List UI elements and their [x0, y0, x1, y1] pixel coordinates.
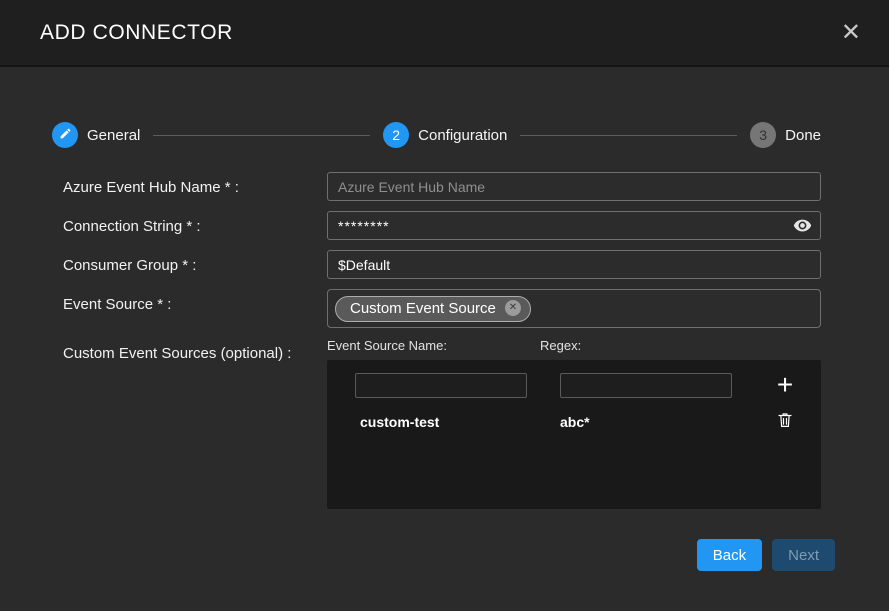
step-configuration-label: Configuration	[418, 127, 507, 144]
add-source-button[interactable]: +	[777, 374, 793, 396]
dialog-header: ADD CONNECTOR ✕	[0, 0, 889, 67]
step-done: 3 Done	[750, 122, 821, 148]
new-source-name-input[interactable]	[355, 373, 527, 398]
custom-source-row: custom-test abc*	[343, 411, 805, 432]
back-button[interactable]: Back	[697, 539, 762, 571]
next-button[interactable]: Next	[772, 539, 835, 571]
custom-source-regex: abc*	[560, 414, 732, 430]
trash-icon	[776, 411, 794, 432]
step-done-label: Done	[785, 127, 821, 144]
hub-name-label: Azure Event Hub Name * :	[63, 172, 327, 201]
step-configuration-circle: 2	[383, 122, 409, 148]
step-general[interactable]: General	[52, 122, 140, 148]
stepper-divider	[520, 135, 737, 136]
form-row-consumer-group: Consumer Group * :	[63, 250, 821, 279]
hub-name-input[interactable]	[327, 172, 821, 201]
add-connector-dialog: ADD CONNECTOR ✕ General 2 Configuration …	[0, 0, 889, 611]
step-configuration[interactable]: 2 Configuration	[383, 122, 507, 148]
form-row-hub-name: Azure Event Hub Name * :	[63, 172, 821, 201]
chip-remove-icon[interactable]: ✕	[505, 300, 521, 316]
new-source-row: +	[343, 373, 805, 398]
connection-string-label: Connection String * :	[63, 211, 327, 240]
source-name-column-header: Event Source Name:	[327, 338, 540, 353]
consumer-group-input[interactable]	[327, 250, 821, 279]
step-general-label: General	[87, 127, 140, 144]
delete-source-button[interactable]	[776, 411, 794, 432]
form-row-custom-sources: Custom Event Sources (optional) : Event …	[63, 338, 821, 509]
form-row-event-source: Event Source * : Custom Event Source ✕	[63, 289, 821, 328]
step-done-circle: 3	[750, 122, 776, 148]
toggle-visibility-button[interactable]	[793, 216, 812, 238]
dialog-footer: Back Next	[0, 519, 889, 571]
event-source-chip: Custom Event Source ✕	[335, 296, 531, 322]
form-row-connection-string: Connection String * :	[63, 211, 821, 240]
custom-sources-panel: + custom-test abc*	[327, 360, 821, 509]
event-source-label: Event Source * :	[63, 289, 327, 328]
event-source-select[interactable]: Custom Event Source ✕	[327, 289, 821, 328]
stepper-divider	[153, 135, 370, 136]
custom-sources-headers: Event Source Name: Regex:	[327, 338, 821, 353]
connection-string-input[interactable]	[327, 211, 821, 240]
step-general-circle	[52, 122, 78, 148]
custom-sources-label: Custom Event Sources (optional) :	[63, 338, 327, 509]
regex-column-header: Regex:	[540, 338, 821, 353]
wizard-stepper: General 2 Configuration 3 Done	[52, 122, 821, 148]
eye-icon	[793, 223, 812, 238]
event-source-chip-label: Custom Event Source	[350, 300, 496, 317]
new-source-regex-input[interactable]	[560, 373, 732, 398]
close-icon[interactable]: ✕	[841, 21, 861, 45]
pencil-icon	[59, 127, 72, 143]
dialog-title: ADD CONNECTOR	[40, 21, 233, 45]
consumer-group-label: Consumer Group * :	[63, 250, 327, 279]
custom-source-name: custom-test	[343, 414, 527, 430]
configuration-form: Azure Event Hub Name * : Connection Stri…	[0, 172, 889, 519]
